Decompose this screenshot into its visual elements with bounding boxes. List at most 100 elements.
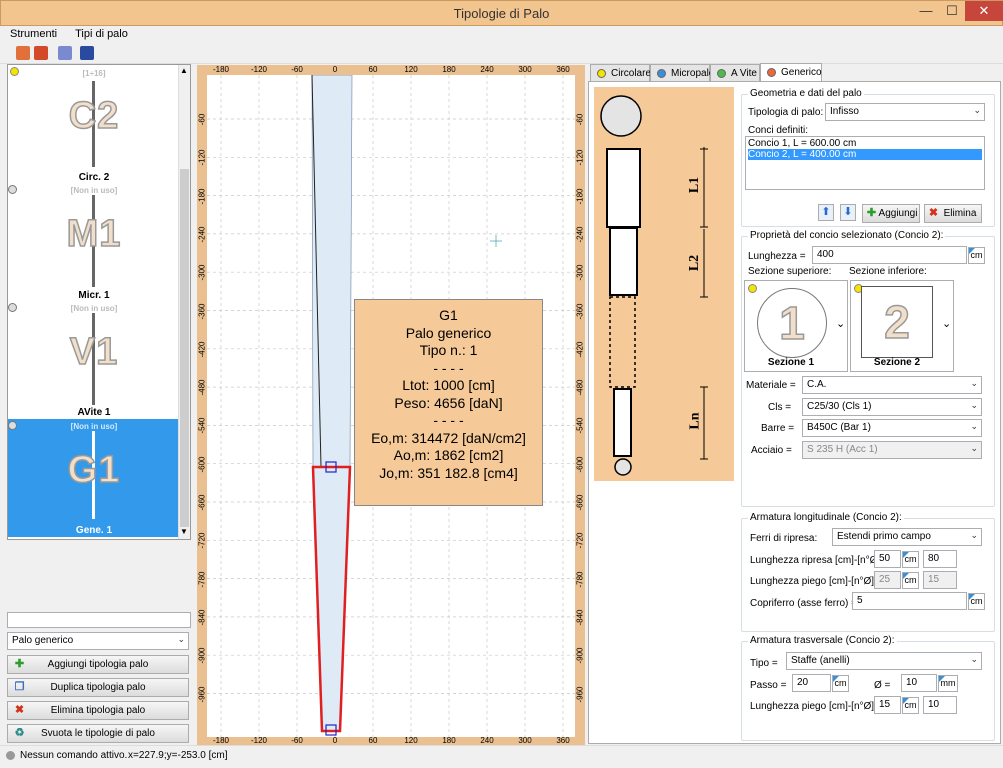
chevron-down-icon: ⌄ bbox=[973, 105, 981, 115]
copriferro-input[interactable]: 5 bbox=[852, 592, 967, 610]
section-number: 2 bbox=[861, 286, 933, 358]
y-tick-label: -360 bbox=[575, 303, 585, 320]
tab-dot-icon bbox=[767, 68, 776, 77]
unit-cm-button[interactable]: cm bbox=[832, 675, 849, 692]
x-tick-label: -180 bbox=[212, 65, 229, 74]
plus-icon: ✚ bbox=[866, 207, 877, 219]
pile-type-combo[interactable]: Infisso ⌄ bbox=[825, 103, 985, 121]
button-label: Aggiungi tipologia palo bbox=[47, 659, 149, 670]
diametro-input[interactable]: 10 bbox=[901, 674, 937, 692]
pile-type-label: Tipologia di palo: bbox=[748, 107, 824, 118]
lp-trasv-n-input[interactable]: 10 bbox=[923, 696, 957, 714]
add-concio-button[interactable]: ✚ Aggiungi bbox=[862, 204, 920, 223]
delete-type-button[interactable]: ✖ Elimina tipologia palo bbox=[7, 701, 189, 720]
pile-tile-v1[interactable]: [Non in uso] V1 AVite 1 bbox=[8, 301, 180, 419]
material-combo[interactable]: C.A. ⌄ bbox=[802, 376, 982, 394]
list-item[interactable]: Concio 1, L = 600.00 cm bbox=[748, 138, 982, 149]
unit-mm-button[interactable]: mm bbox=[938, 675, 958, 692]
unit-cm-button[interactable]: cm bbox=[902, 551, 919, 568]
upper-section-selector[interactable]: 1 Sezione 1 ⌄ bbox=[744, 280, 848, 372]
duplicate-icon: ❐ bbox=[14, 681, 25, 693]
y-tick-label: -600 bbox=[197, 456, 207, 473]
info-line: Ltot: 1000 [cm] bbox=[402, 377, 495, 393]
x-tick-label: -60 bbox=[291, 65, 303, 74]
chevron-down-icon[interactable]: ⌄ bbox=[836, 317, 845, 330]
schema-label-l1: L1 bbox=[687, 176, 703, 194]
ferri-combo[interactable]: Estendi primo campo ⌄ bbox=[832, 528, 982, 546]
minimize-button[interactable]: — bbox=[913, 1, 939, 21]
combo-value: Infisso bbox=[830, 106, 859, 117]
y-tick-label: -60 bbox=[575, 113, 585, 126]
pile-canvas[interactable]: G1 Palo generico Tipo n.: 1 - - - - Ltot… bbox=[197, 65, 585, 745]
lp-cm-input: 25 bbox=[874, 571, 901, 589]
scroll-up-icon[interactable]: ▲ bbox=[180, 66, 188, 75]
maximize-button[interactable]: ☐ bbox=[939, 1, 965, 21]
combo-value: C25/30 (Cls 1) bbox=[807, 401, 872, 412]
passo-input[interactable]: 20 bbox=[792, 674, 831, 692]
pile-tile-c2[interactable]: [1÷16] C2 Circ. 2 bbox=[8, 65, 180, 183]
move-up-button[interactable]: ⬆ bbox=[818, 204, 834, 221]
list-scrollbar[interactable]: ▲ ▼ bbox=[178, 65, 190, 539]
plot-area[interactable]: G1 Palo generico Tipo n.: 1 - - - - Ltot… bbox=[207, 74, 575, 737]
section-name: Sezione 1 bbox=[767, 357, 815, 368]
button-label: Aggiungi bbox=[878, 208, 918, 219]
tile-big-label: V1 bbox=[69, 330, 119, 374]
lower-section-selector[interactable]: 2 Sezione 2 ⌄ bbox=[850, 280, 954, 372]
filter-input[interactable] bbox=[7, 612, 191, 628]
scroll-thumb[interactable] bbox=[180, 169, 189, 527]
menu-strumenti[interactable]: Strumenti bbox=[0, 26, 65, 40]
y-tick-label: -840 bbox=[197, 609, 207, 626]
chevron-down-icon[interactable]: ⌄ bbox=[942, 317, 951, 330]
schema-label-ln: Ln bbox=[687, 412, 703, 430]
y-tick-label: -600 bbox=[575, 456, 585, 473]
unit-cm-button[interactable]: cm bbox=[968, 593, 985, 610]
unit-cm-button[interactable]: cm bbox=[902, 697, 919, 714]
y-tick-label: -780 bbox=[197, 571, 207, 588]
tab-generico[interactable]: Generico bbox=[760, 63, 822, 82]
delete-concio-button[interactable]: ✖ Elimina bbox=[924, 204, 982, 223]
info-line: Jo,m: 351 182.8 [cm4] bbox=[379, 464, 518, 481]
acciaio-combo: S 235 H (Acc 1) ⌄ bbox=[802, 441, 982, 459]
tile-big-label: G1 bbox=[67, 448, 121, 492]
scroll-down-icon[interactable]: ▼ bbox=[180, 527, 188, 536]
lr-cm-input[interactable]: 50 bbox=[874, 550, 901, 568]
tile-name: Micr. 1 bbox=[78, 290, 110, 301]
pile-tile-m1[interactable]: [Non in uso] M1 Micr. 1 bbox=[8, 183, 180, 301]
tab-micropalo[interactable]: Micropalo bbox=[650, 64, 714, 82]
tab-a-vite[interactable]: A Vite bbox=[710, 64, 760, 82]
list-item-selected[interactable]: Concio 2, L = 400.00 cm bbox=[748, 149, 982, 160]
y-tick-label: -540 bbox=[197, 417, 207, 434]
delete-icon: ✖ bbox=[14, 704, 25, 716]
chevron-down-icon: ⌄ bbox=[970, 443, 978, 453]
link-icon[interactable] bbox=[58, 46, 72, 60]
menu-tipi-di-palo[interactable]: Tipi di palo bbox=[65, 26, 136, 40]
length-input[interactable]: 400 bbox=[812, 246, 967, 264]
close-button[interactable]: ✕ bbox=[965, 1, 1003, 21]
barre-combo[interactable]: B450C (Bar 1) ⌄ bbox=[802, 419, 982, 437]
add-type-button[interactable]: ✚ Aggiungi tipologia palo bbox=[7, 655, 189, 674]
pile-tile-g1[interactable]: [Non in uso] G1 Gene. 1 bbox=[8, 419, 180, 537]
copriferro-label: Copriferro (asse ferro) = bbox=[750, 598, 857, 609]
info-line: Tipo n.: 1 bbox=[419, 342, 478, 358]
unit-cm-button[interactable]: cm bbox=[902, 572, 919, 589]
duplicate-type-button[interactable]: ❐ Duplica tipologia palo bbox=[7, 678, 189, 697]
cls-combo[interactable]: C25/30 (Cls 1) ⌄ bbox=[802, 398, 982, 416]
move-down-button[interactable]: ⬇ bbox=[840, 204, 856, 221]
tools-icon[interactable] bbox=[80, 46, 94, 60]
y-tick-label: -540 bbox=[575, 417, 585, 434]
unit-cm-button[interactable]: cm bbox=[968, 247, 985, 264]
y-tick-label: -240 bbox=[197, 226, 207, 243]
lp-trasv-cm-input[interactable]: 15 bbox=[874, 696, 901, 714]
y-tick-label: -660 bbox=[575, 494, 585, 511]
conci-listbox[interactable]: Concio 1, L = 600.00 cm Concio 2, L = 40… bbox=[745, 136, 985, 190]
clear-types-button[interactable]: ♻ Svuota le tipologie di palo bbox=[7, 724, 189, 743]
new-icon[interactable] bbox=[16, 46, 30, 60]
diametro-label: Ø = bbox=[874, 680, 891, 691]
pile-type-select[interactable]: Palo generico ⌄ bbox=[7, 632, 189, 650]
toolbar bbox=[0, 44, 1003, 64]
tab-dot-icon bbox=[717, 69, 726, 78]
tab-circolare[interactable]: Circolare bbox=[590, 64, 651, 82]
lr-n-input[interactable]: 80 bbox=[923, 550, 957, 568]
open-icon[interactable] bbox=[34, 46, 48, 60]
tipo-combo[interactable]: Staffe (anelli) ⌄ bbox=[786, 652, 982, 670]
